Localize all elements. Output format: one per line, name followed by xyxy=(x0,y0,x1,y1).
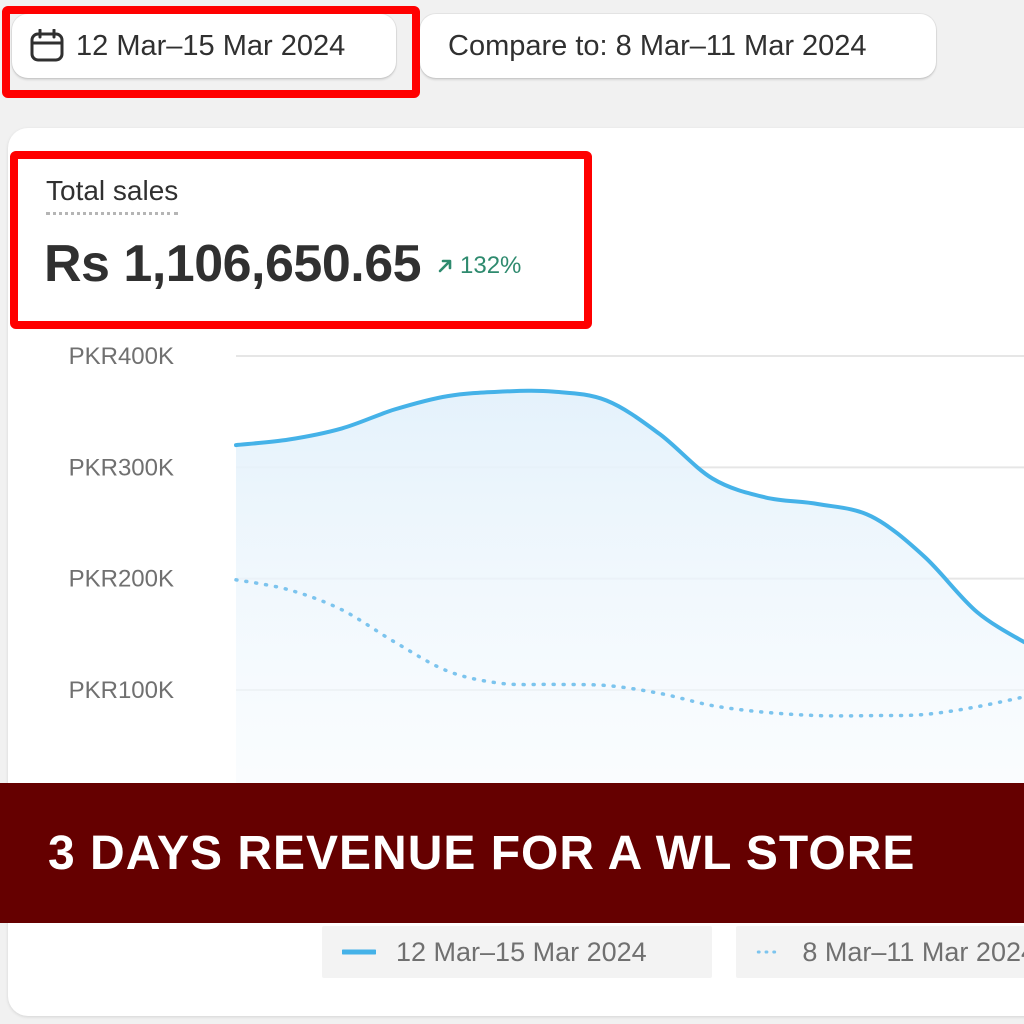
legend-label-current: 12 Mar–15 Mar 2024 xyxy=(396,936,647,967)
y-tick-label: PKR200K xyxy=(69,566,174,593)
legend-item-compare[interactable]: 8 Mar–11 Mar 2024 xyxy=(736,926,1024,978)
legend-item-current[interactable]: 12 Mar–15 Mar 2024 xyxy=(322,926,712,978)
legend-solid-line-icon xyxy=(342,949,376,955)
y-tick-label: PKR400K xyxy=(69,343,174,370)
legend-label-compare: 8 Mar–11 Mar 2024 xyxy=(802,936,1024,967)
banner-text: 3 DAYS REVENUE FOR A WL STORE xyxy=(48,826,916,880)
series-area-current xyxy=(236,390,1024,790)
legend-dotted-line-icon xyxy=(756,950,783,954)
y-tick-label: PKR300K xyxy=(69,454,174,481)
y-tick-label: PKR100K xyxy=(69,677,174,704)
caption-banner: 3 DAYS REVENUE FOR A WL STORE xyxy=(0,783,1024,923)
